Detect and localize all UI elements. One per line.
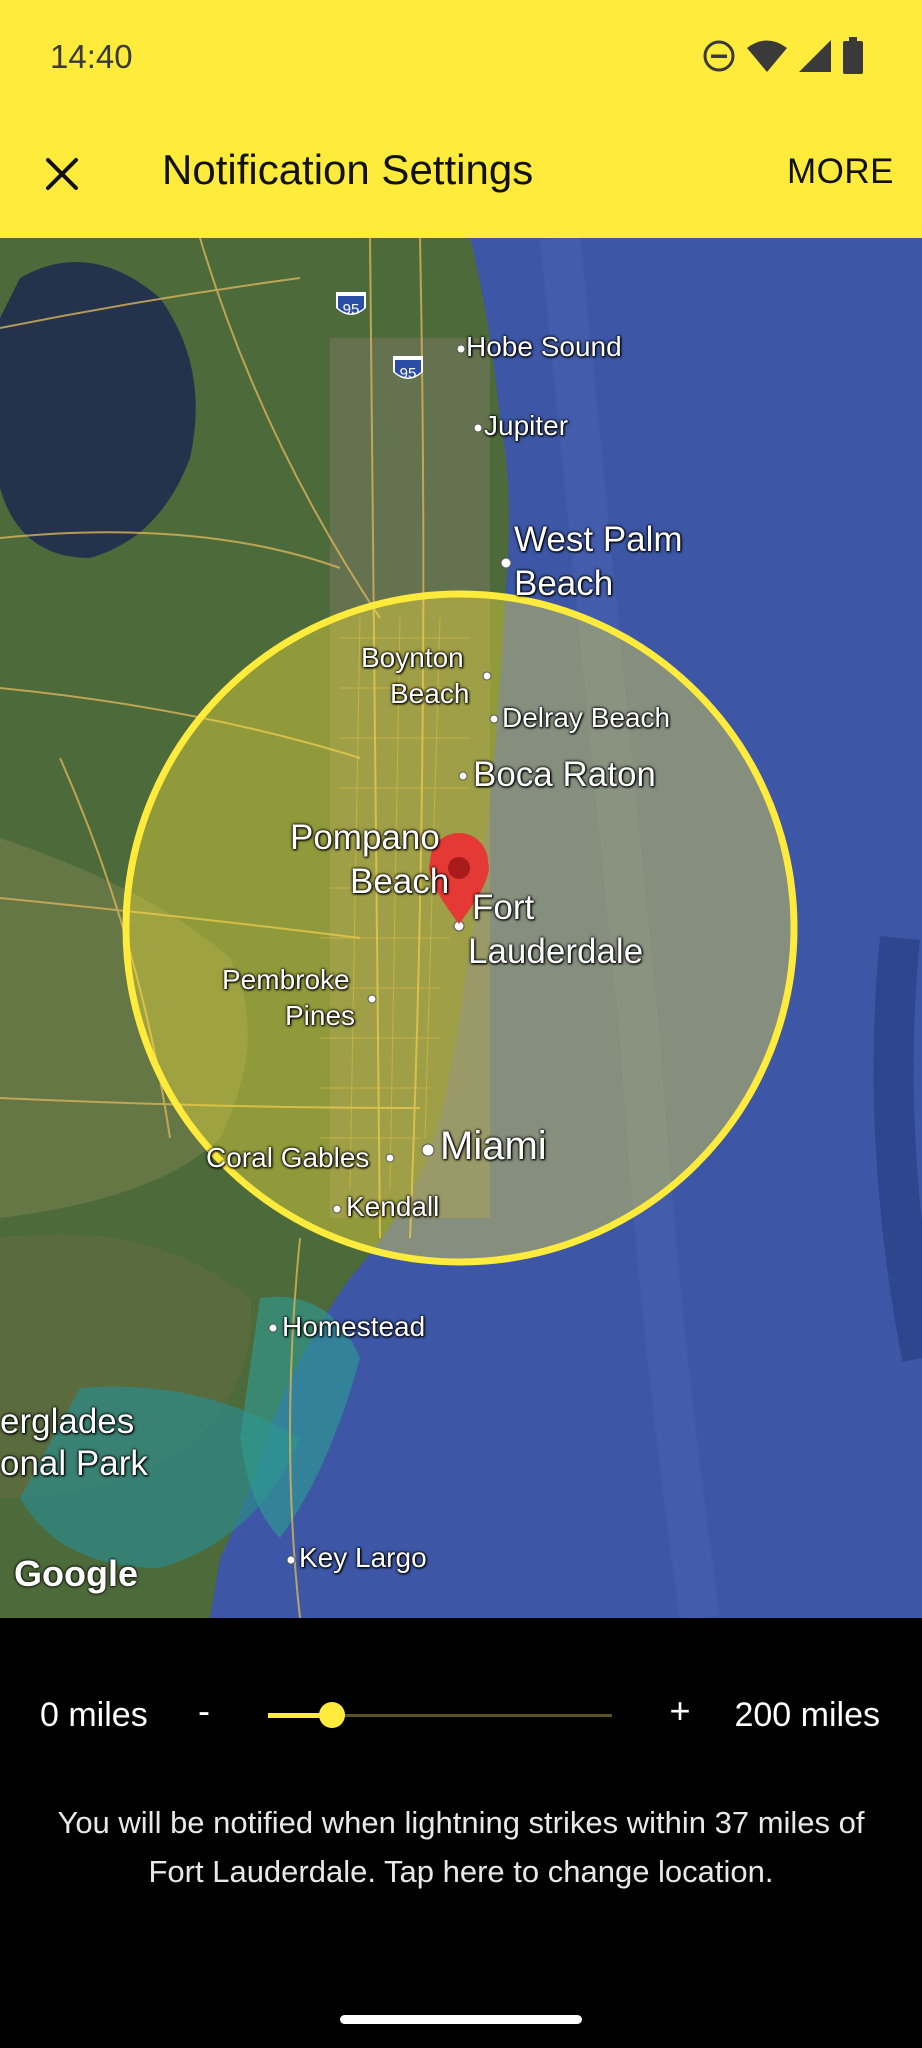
wifi-icon	[746, 39, 788, 73]
battery-icon	[842, 37, 864, 75]
map-view[interactable]: 95 95 Hobe Sound Jupiter West Palm Beach…	[0, 238, 922, 1618]
app-bar: Notification Settings MORE	[0, 110, 922, 238]
home-indicator	[340, 2015, 582, 2024]
map-label: Boca Raton	[473, 755, 656, 794]
map-label: Beach	[350, 862, 450, 901]
close-icon	[45, 157, 79, 196]
map-label: Pompano	[290, 818, 440, 857]
map-label: Coral Gables	[206, 1142, 370, 1173]
increase-radius-button[interactable]: +	[666, 1690, 694, 1732]
map-label: Lauderdale	[468, 932, 644, 971]
map-label: Homestead	[282, 1311, 426, 1342]
map-label: Hobe Sound	[466, 331, 622, 362]
map-label: West Palm	[514, 520, 683, 559]
status-icons	[702, 36, 864, 76]
map-label: erglades	[0, 1402, 135, 1441]
map-label: Miami	[440, 1124, 547, 1168]
close-button[interactable]	[30, 144, 94, 208]
more-button[interactable]: MORE	[787, 152, 894, 192]
decrease-radius-button[interactable]: -	[190, 1690, 218, 1732]
svg-text:95: 95	[343, 301, 360, 318]
radius-panel: 0 miles - + 200 miles You will be notifi…	[0, 1618, 922, 2048]
map-label: Delray Beach	[502, 702, 671, 733]
status-time: 14:40	[50, 38, 133, 75]
map-label: Key Largo	[299, 1542, 427, 1573]
page-title: Notification Settings	[162, 146, 534, 193]
map-label: Beach	[390, 678, 470, 709]
map-canvas: 95 95	[0, 238, 922, 1618]
radius-slider[interactable]	[268, 1690, 612, 1740]
notification-description[interactable]: You will be notified when lightning stri…	[30, 1798, 892, 1896]
status-bar: 14:40	[0, 0, 922, 110]
map-label: Pines	[285, 1000, 356, 1031]
range-max-label: 200 miles	[734, 1696, 880, 1734]
map-label: onal Park	[0, 1444, 148, 1483]
cellular-signal-icon	[798, 39, 832, 73]
map-label: Kendall	[346, 1191, 440, 1222]
map-label: Pembroke	[222, 964, 350, 995]
map-label: Fort	[472, 888, 535, 927]
map-label: Jupiter	[484, 410, 569, 441]
google-logo: Google	[14, 1553, 138, 1594]
do-not-disturb-icon	[702, 39, 736, 73]
svg-text:95: 95	[400, 365, 417, 382]
map-label: Beach	[514, 564, 614, 603]
range-min-label: 0 miles	[40, 1696, 148, 1734]
map-label: Boynton	[361, 642, 464, 673]
slider-thumb[interactable]	[319, 1702, 345, 1728]
